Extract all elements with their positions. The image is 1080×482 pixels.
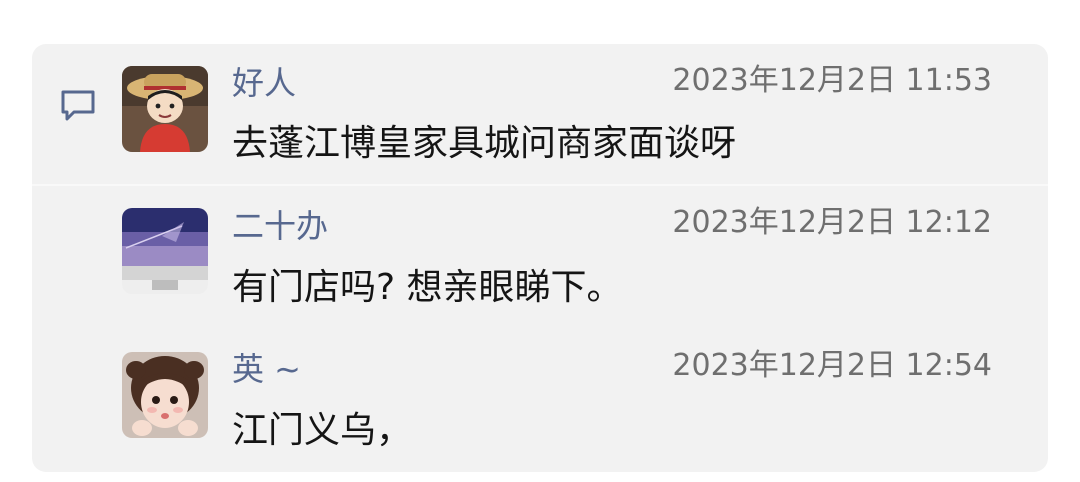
reply-author[interactable]: 英 ~ [232, 353, 301, 385]
avatar-cartoon-boy[interactable] [122, 66, 208, 152]
thread-divider [32, 184, 1048, 186]
reply-timestamp: 2023年12月2日 12:12 [672, 205, 992, 240]
reply-timestamp: 2023年12月2日 12:54 [672, 348, 992, 383]
comment-author[interactable]: 好人 [232, 67, 296, 99]
comment-bubble-icon[interactable] [58, 88, 98, 124]
reply-text: 江门义乌， [232, 410, 413, 451]
comment-text: 去蓬江博皇家具城问商家面谈呀 [232, 123, 737, 164]
avatar-little-girl[interactable] [122, 352, 208, 438]
avatar-computer-monitor[interactable] [122, 208, 208, 294]
reply-text: 有门店吗? 想亲眼睇下。 [232, 267, 623, 308]
reply-author[interactable]: 二十办 [232, 210, 328, 242]
comment-timestamp: 2023年12月2日 11:53 [672, 63, 992, 98]
